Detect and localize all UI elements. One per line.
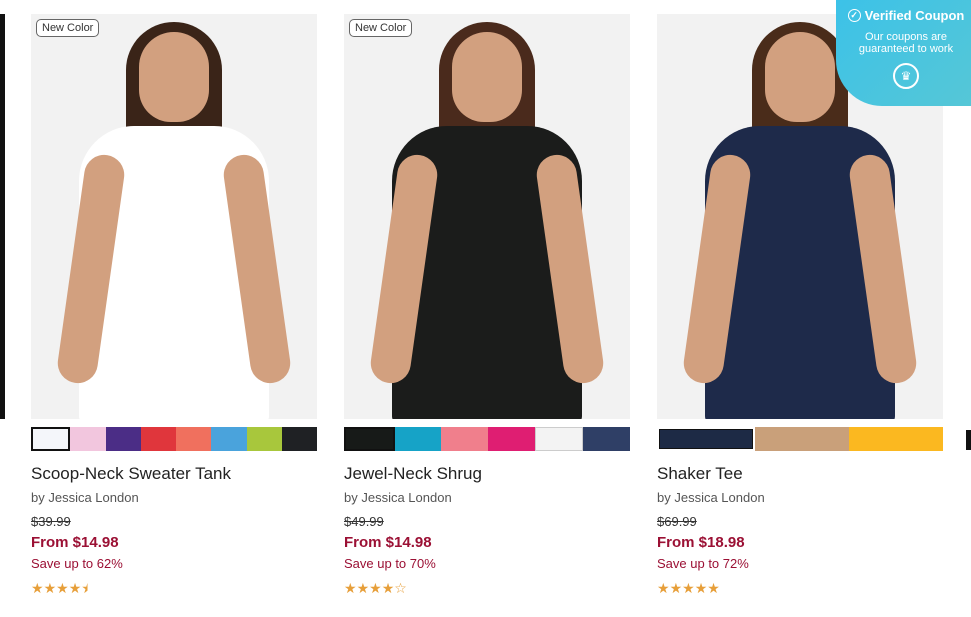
color-swatch[interactable] <box>488 427 535 451</box>
color-swatch[interactable] <box>176 427 212 451</box>
color-swatch[interactable] <box>441 427 489 451</box>
star-half-icon: ★ <box>81 581 94 597</box>
star-full-icon: ★ <box>369 581 382 597</box>
product-name[interactable]: Shaker Tee <box>657 464 943 486</box>
original-price: $69.99 <box>657 514 697 529</box>
model-head <box>139 32 209 122</box>
rating-stars[interactable]: ★★★★★ <box>657 581 943 597</box>
original-price: $49.99 <box>344 514 384 529</box>
model-head <box>452 32 522 122</box>
savings-text: Save up to 62% <box>31 556 123 571</box>
star-full-icon: ★ <box>43 581 57 597</box>
coupon-title: ✓ Verified Coupon <box>836 8 971 23</box>
star-full-icon: ★ <box>31 581 44 597</box>
product-image[interactable]: New Color <box>31 14 317 419</box>
color-swatch[interactable] <box>211 427 247 451</box>
color-swatch[interactable] <box>31 427 71 451</box>
star-full-icon: ★ <box>56 581 69 597</box>
color-swatches <box>31 427 317 451</box>
star-full-icon: ★ <box>694 581 708 597</box>
color-swatch[interactable] <box>583 427 631 451</box>
verified-coupon-widget[interactable]: ✓ Verified Coupon Our coupons are guaran… <box>836 0 971 106</box>
star-full-icon: ★ <box>669 581 683 597</box>
color-swatch[interactable] <box>105 427 141 451</box>
star-full-icon: ★ <box>356 581 370 597</box>
star-full-icon: ★ <box>344 581 357 597</box>
product-image[interactable]: New Color <box>344 14 630 419</box>
star-full-icon: ★ <box>682 581 695 597</box>
star-full-icon: ★ <box>381 581 395 597</box>
coupon-title-text: Verified Coupon <box>864 8 965 23</box>
color-swatch[interactable] <box>70 427 106 451</box>
savings-text: Save up to 70% <box>344 556 436 571</box>
product-brand: by Jessica London <box>344 490 452 505</box>
rating-stars[interactable]: ★★★★★ <box>31 581 317 597</box>
sale-price: From $18.98 <box>657 534 745 551</box>
star-full-icon: ★ <box>707 581 720 597</box>
color-swatch[interactable] <box>246 427 282 451</box>
original-price: $39.99 <box>31 514 71 529</box>
star-full-icon: ★ <box>657 581 670 597</box>
color-swatch[interactable] <box>281 427 317 451</box>
model-head <box>765 32 835 122</box>
product-brand: by Jessica London <box>657 490 765 505</box>
product-name[interactable]: Scoop-Neck Sweater Tank <box>31 464 317 486</box>
color-swatch[interactable] <box>657 427 755 451</box>
product-brand: by Jessica London <box>31 490 139 505</box>
color-swatch[interactable] <box>534 427 584 451</box>
color-swatch[interactable] <box>849 427 943 451</box>
color-swatch[interactable] <box>755 427 849 451</box>
color-swatch[interactable] <box>394 427 442 451</box>
star-empty-icon: ☆ <box>394 581 407 597</box>
next-item-edge <box>966 430 971 450</box>
new-color-badge: New Color <box>36 19 100 37</box>
color-swatch[interactable] <box>344 427 395 451</box>
rating-stars[interactable]: ★★★★☆ <box>344 581 630 597</box>
new-color-badge: New Color <box>349 19 413 37</box>
color-swatches <box>657 427 943 451</box>
previous-item-edge <box>0 14 5 419</box>
star-full-icon: ★ <box>68 581 82 597</box>
sale-price: From $14.98 <box>31 534 119 551</box>
color-swatch[interactable] <box>140 427 176 451</box>
savings-text: Save up to 72% <box>657 556 749 571</box>
product-name[interactable]: Jewel-Neck Shrug <box>344 464 630 486</box>
color-swatches <box>344 427 631 451</box>
product-card-scoop-neck-sweater-tank[interactable]: New Color Scoop-Neck Sweater Tank by Jes… <box>31 14 317 597</box>
coupon-description: Our coupons are guaranteed to work <box>858 31 954 55</box>
check-circle-icon: ✓ <box>847 9 861 22</box>
chef-hat-icon[interactable]: ♛ <box>893 63 919 89</box>
sale-price: From $14.98 <box>344 534 432 551</box>
product-card-jewel-neck-shrug[interactable]: New Color Jewel-Neck Shrug by Jessica Lo… <box>344 14 631 597</box>
